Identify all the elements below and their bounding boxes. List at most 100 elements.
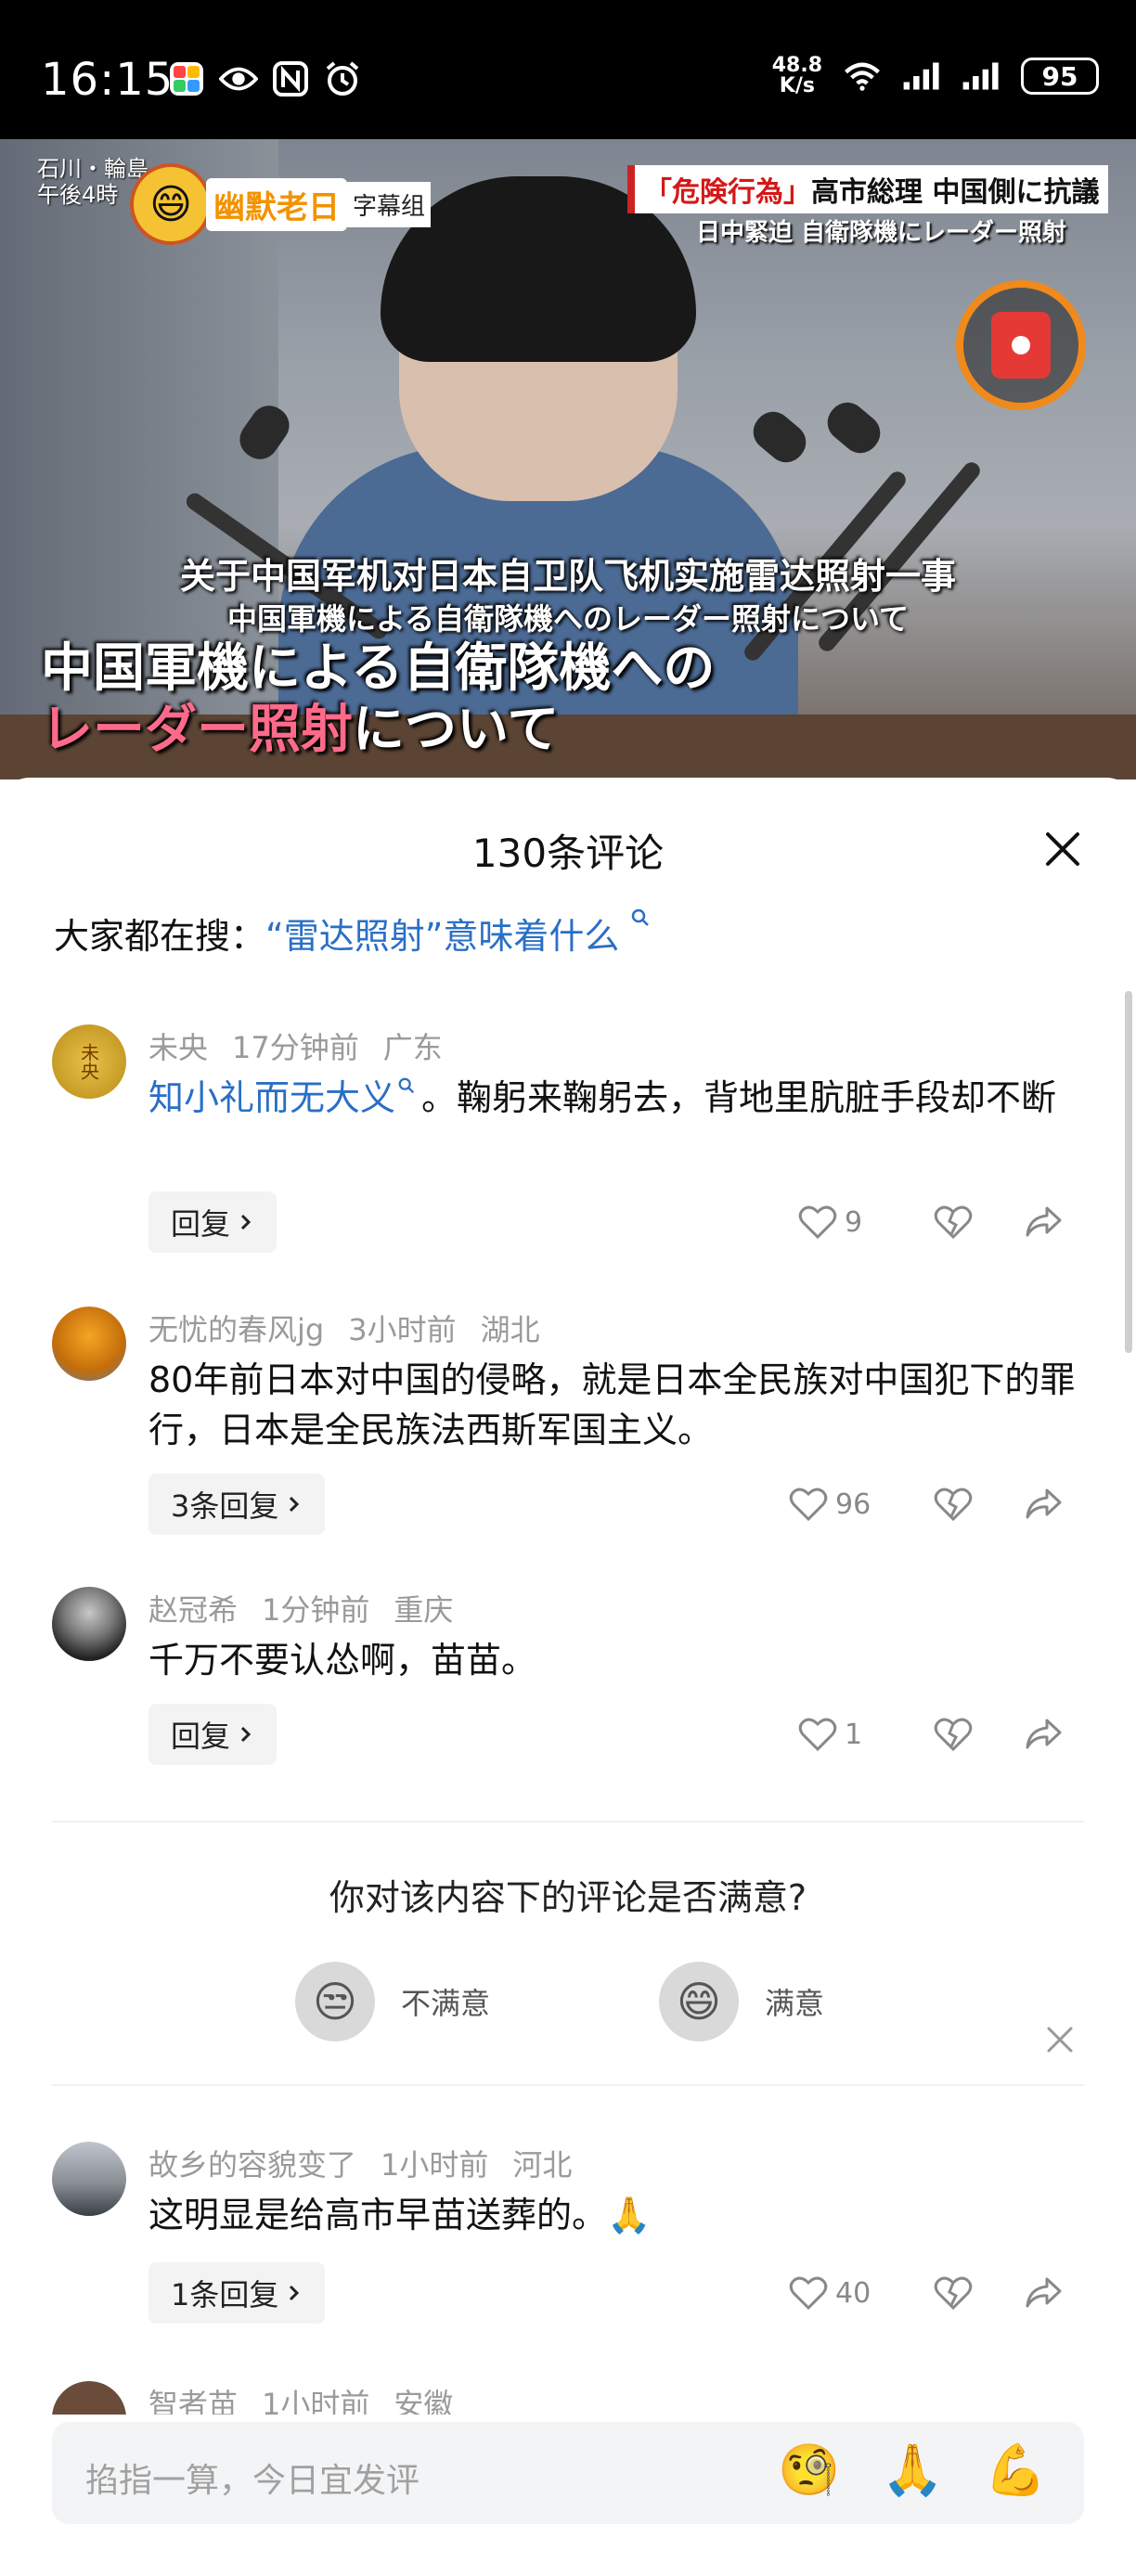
like-button[interactable]: 40 <box>789 2275 891 2311</box>
dislike-button[interactable] <box>934 2275 973 2311</box>
survey-option-satisfied[interactable]: 😄 满意 <box>659 1962 824 2041</box>
thinking-face-emoji-icon[interactable]: 🧐 <box>778 2441 840 2500</box>
like-button[interactable]: 1 <box>798 1717 900 1752</box>
survey-close-icon[interactable] <box>1045 2025 1075 2054</box>
heart-icon <box>789 2276 828 2311</box>
comment-keyword-link[interactable]: 知小礼而无大义 <box>148 1077 395 1118</box>
caption-line2-rest: について <box>353 700 560 760</box>
broken-heart-icon <box>934 1488 973 1522</box>
chevron-right-icon <box>240 1214 252 1230</box>
chevron-right-icon <box>240 1726 252 1743</box>
scrollbar[interactable] <box>1125 991 1132 1353</box>
trending-search-link[interactable]: “雷达照射”意味着什么 <box>265 916 619 957</box>
trending-search-prefix: 大家都在搜： <box>54 916 266 957</box>
news-caption: 中国軍機による自衛隊機への レーダー照射について <box>41 638 715 761</box>
search-small-icon <box>632 908 650 926</box>
survey-option-dissatisfied[interactable]: 😒 不满意 <box>295 1962 490 2041</box>
reply-button[interactable]: 回复 <box>148 1704 278 1765</box>
divider <box>52 2084 1084 2086</box>
heart-icon <box>798 1718 837 1752</box>
caption-line2: レーダー照射について <box>41 700 715 761</box>
comment-meta: 故乡的容貌变了 1小时前 河北 <box>148 2142 596 2184</box>
net-speed-unit: K/s <box>779 74 815 97</box>
comment-actions: 9 <box>798 1191 1064 1253</box>
app-store-icon <box>167 59 206 98</box>
like-button[interactable]: 9 <box>798 1204 900 1240</box>
comment-username[interactable]: 故乡的容貌变了 <box>148 2147 356 2183</box>
dislike-button[interactable] <box>934 1204 973 1240</box>
status-time: 16:15 <box>41 54 174 106</box>
reply-button[interactable]: 回复 <box>148 1191 278 1253</box>
comment-username[interactable]: 智者苗 <box>148 2387 238 2415</box>
happy-face-icon: 😄 <box>659 1962 739 2041</box>
broken-heart-icon <box>934 1718 973 1752</box>
comment-meta: 无忧的春风jg 3小时前 湖北 <box>148 1307 564 1349</box>
comment-text: 千万不要认怂啊，苗苗。 <box>148 1635 1086 1685</box>
comment-actions: 96 <box>789 1474 1064 1535</box>
reply-button[interactable]: 3条回复 <box>148 1474 326 1535</box>
signal-icon-2 <box>962 57 1000 96</box>
heart-icon <box>798 1205 837 1240</box>
eye-icon <box>219 59 258 98</box>
share-button[interactable] <box>1025 1717 1064 1752</box>
flex-arm-emoji-icon[interactable]: 💪 <box>985 2441 1047 2500</box>
dislike-button[interactable] <box>934 1487 973 1522</box>
share-button[interactable] <box>1025 2275 1064 2311</box>
microphone-right-head <box>745 404 814 470</box>
red-packet-button[interactable] <box>956 280 1086 410</box>
share-icon <box>1026 1488 1062 1519</box>
dislike-button[interactable] <box>934 1717 973 1752</box>
video-player[interactable]: 石川・輪島 午後4時 😄 幽默老日 字幕组 「危険行為」高市総理 中国側に抗議 … <box>0 139 1136 779</box>
alarm-icon <box>323 59 362 98</box>
comment-username[interactable]: 无忧的春风jg <box>148 1312 324 1347</box>
status-notification-icons <box>167 59 362 98</box>
subtitle-chinese: 关于中国军机对日本自卫队飞机实施雷达照射一事 <box>179 556 956 597</box>
reply-button[interactable]: 1条回复 <box>148 2262 326 2324</box>
comment-count-title: 130条评论 <box>471 831 665 876</box>
news-banner: 「危険行為」高市総理 中国側に抗議 <box>627 165 1109 213</box>
divider <box>52 1821 1084 1823</box>
survey-option-dissatisfied-label: 不满意 <box>401 1986 491 2021</box>
like-count: 40 <box>835 2276 871 2310</box>
avatar[interactable] <box>52 2142 126 2216</box>
comment-username[interactable]: 赵冠希 <box>148 1592 238 1628</box>
avatar[interactable] <box>52 1307 126 1381</box>
share-icon <box>1026 1206 1062 1237</box>
net-speed-value: 48.8 <box>771 54 822 77</box>
like-count: 9 <box>845 1205 863 1239</box>
pray-emoji-icon[interactable]: 🙏 <box>882 2441 944 2500</box>
share-button[interactable] <box>1025 1204 1064 1240</box>
comment-meta: 智者苗 1小时前 安徽 <box>148 2381 477 2415</box>
caption-highlight: レーダー照射 <box>41 700 353 760</box>
logo-sub: 字幕组 <box>347 181 432 227</box>
like-button[interactable]: 96 <box>789 1487 891 1522</box>
comment-username[interactable]: 未央 <box>148 1030 208 1065</box>
comment-body: 。鞠躬来鞠躬去，背地里肮脏手段却不断 <box>421 1077 1057 1118</box>
comment-time: 3小时前 <box>348 1312 457 1347</box>
comment-location: 安徽 <box>394 2387 454 2415</box>
avatar[interactable]: 未央 <box>52 1024 126 1099</box>
comment-input[interactable]: 掐指一算，今日宜发评 🧐 🙏 💪 <box>52 2422 1084 2524</box>
avatar[interactable] <box>52 1587 126 1661</box>
comment-text: 80年前日本对中国的侵略，就是日本全民族对中国犯下的罪行，日本是全民族法西斯军国… <box>148 1355 1086 1455</box>
smiley-logo-icon: 😄 <box>130 163 212 245</box>
trending-search: 大家都在搜：“雷达照射”意味着什么 <box>54 908 651 959</box>
red-packet-icon <box>991 312 1051 379</box>
nfc-icon <box>271 59 310 98</box>
logo-name: 幽默老日 <box>206 177 347 231</box>
share-button[interactable] <box>1025 1487 1064 1522</box>
comment-time: 1小时前 <box>262 2387 370 2415</box>
comment-body: 80年前日本对中国的侵略，就是日本全民族对中国犯下的罪行，日本是全民族法西斯军国… <box>148 1359 1076 1450</box>
close-icon[interactable] <box>1043 830 1082 869</box>
reply-label: 回复 <box>171 1206 231 1242</box>
comment-meta: 赵冠希 1分钟前 重庆 <box>148 1587 477 1629</box>
avatar[interactable] <box>52 2381 126 2415</box>
status-bar: 16:15 48.8 K/s 95 <box>0 0 1136 139</box>
battery-indicator: 95 <box>1021 58 1099 95</box>
reply-label: 1条回复 <box>171 2277 279 2312</box>
comment-text: 这明显是给高市早苗送葬的。🙏 <box>148 2190 1086 2240</box>
caption-line1: 中国軍機による自衛隊機への <box>41 638 716 699</box>
avatar-text: 未央 <box>77 1043 100 1080</box>
news-sub-banner: 日中緊迫 自衛隊機にレーダー照射 <box>696 219 1067 247</box>
microphone-right-head-2 <box>820 394 888 461</box>
